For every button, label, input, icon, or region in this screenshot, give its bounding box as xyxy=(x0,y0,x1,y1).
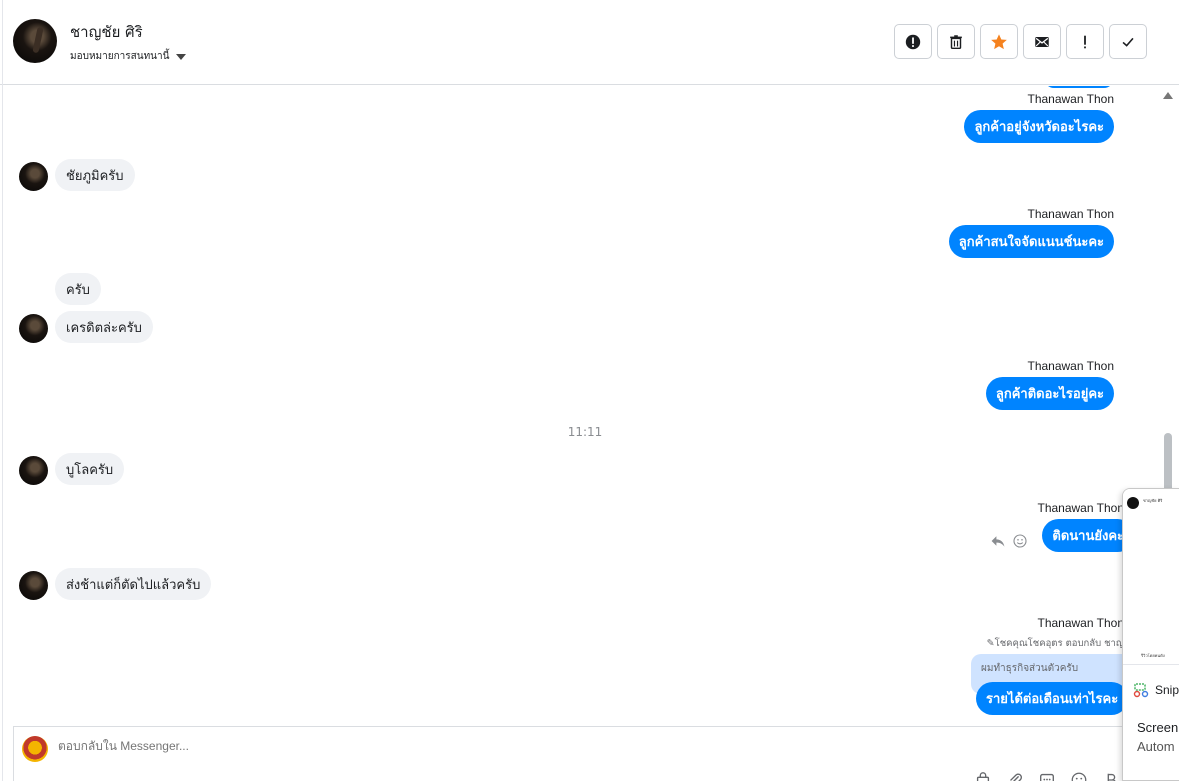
reply-pencil-icon: ✎ xyxy=(986,638,995,649)
sender-name: Thanawan Thon xyxy=(1027,359,1114,373)
sender-name: Thanawan Thon xyxy=(1037,616,1124,630)
caret-down-icon xyxy=(176,53,187,60)
assign-conversation-dropdown[interactable]: มอบหมายการสนทนานี้ xyxy=(70,49,187,64)
check-icon xyxy=(1122,37,1134,47)
outgoing-message[interactable]: ลูกค้าสนใจจัดแนนช์นะคะ xyxy=(948,225,1114,258)
saved-replies-icon[interactable] xyxy=(1038,771,1056,781)
incoming-message[interactable]: ชัยภูมิครับ xyxy=(55,159,135,191)
star-icon xyxy=(991,33,1007,49)
snipping-tool-icon xyxy=(1133,683,1149,698)
sender-name: Thanawan Thon xyxy=(1027,207,1114,221)
thumbnail-avatar xyxy=(1127,497,1139,509)
exclamation-icon xyxy=(1084,35,1086,48)
incoming-message[interactable]: เครดิตล่ะครับ xyxy=(55,311,153,343)
follow-up-button[interactable] xyxy=(1066,24,1104,59)
delete-button[interactable] xyxy=(937,24,975,59)
customer-avatar[interactable] xyxy=(19,571,48,600)
star-button[interactable] xyxy=(980,24,1018,59)
spam-button[interactable] xyxy=(894,24,932,59)
sender-name: Thanawan Thon xyxy=(1027,92,1114,106)
reply-context: ✎โชคคุณโชคอุตร ตอบกลับ ชาญ xyxy=(987,636,1124,651)
snip-notification-popup[interactable]: ชาญชัย ศิริ รีวิวโดยคนดัง Snip Screen Au… xyxy=(1122,488,1179,781)
contact-name[interactable]: ชาญชัย ศิริ xyxy=(70,20,143,44)
outgoing-message[interactable]: ลูกค้าติดอะไรอยู่คะ xyxy=(985,377,1114,410)
reply-context-text: โชคคุณโชคอุตร ตอบกลับ ชาญ xyxy=(994,638,1124,649)
trash-icon xyxy=(950,34,962,49)
snip-app-row: Snip xyxy=(1133,682,1179,698)
reply-composer xyxy=(13,726,1123,781)
snip-subtitle: Autom xyxy=(1137,739,1175,754)
customer-avatar[interactable] xyxy=(19,456,48,485)
message-bubble-partial xyxy=(1044,86,1114,88)
message-actions xyxy=(990,533,1028,549)
emoji-icon[interactable] xyxy=(1012,533,1028,549)
incoming-message[interactable]: ครับ xyxy=(55,273,101,305)
snip-screenshot-thumbnail[interactable]: ชาญชัย ศิริ รีวิวโดยคนดัง xyxy=(1123,489,1179,665)
alert-circle-icon xyxy=(905,34,921,49)
assign-label: มอบหมายการสนทนานี้ xyxy=(70,51,170,62)
incoming-message[interactable]: ส่งช้าแต่ก็ตัดไปแล้วครับ xyxy=(55,568,212,600)
snip-title: Screen xyxy=(1137,720,1179,735)
message-thread[interactable]: Thanawan Thon ลูกค้าอยู่จังหวัดอะไรคะ ชั… xyxy=(0,86,1160,726)
thumbnail-text: รีวิวโดยคนดัง xyxy=(1141,653,1165,658)
scroll-up-arrow-icon[interactable] xyxy=(1163,92,1173,99)
attachment-icon[interactable] xyxy=(1006,771,1024,781)
envelope-icon xyxy=(1035,36,1049,47)
outgoing-message[interactable]: ติดนานยังคะ xyxy=(1042,519,1134,552)
snip-app-name: Snip xyxy=(1155,683,1179,697)
customer-avatar[interactable] xyxy=(19,314,48,343)
incoming-message[interactable]: บูโลครับ xyxy=(55,453,125,485)
bag-icon[interactable] xyxy=(974,771,992,781)
reply-icon[interactable] xyxy=(990,533,1006,549)
reply-input[interactable] xyxy=(58,739,958,753)
contact-avatar[interactable] xyxy=(13,19,57,63)
currency-icon[interactable] xyxy=(1102,771,1120,781)
thumbnail-text: ชาญชัย ศิริ xyxy=(1143,498,1163,503)
done-button[interactable] xyxy=(1109,24,1147,59)
page-avatar xyxy=(22,736,48,762)
sender-name: Thanawan Thon xyxy=(1037,501,1124,515)
mark-unread-button[interactable] xyxy=(1023,24,1061,59)
emoji-icon[interactable] xyxy=(1070,771,1088,781)
time-separator: 11:11 xyxy=(567,425,603,439)
outgoing-message[interactable]: รายได้ต่อเดือนเท่าไรคะ xyxy=(976,682,1129,715)
composer-tools xyxy=(974,771,1120,781)
conversation-header: ชาญชัย ศิริ มอบหมายการสนทนานี้ xyxy=(0,0,1179,781)
customer-avatar[interactable] xyxy=(19,162,48,191)
outgoing-message[interactable]: ลูกค้าอยู่จังหวัดอะไรคะ xyxy=(964,110,1114,143)
conversation-toolbar xyxy=(894,24,1147,59)
scrollbar-thumb[interactable] xyxy=(1164,433,1172,493)
